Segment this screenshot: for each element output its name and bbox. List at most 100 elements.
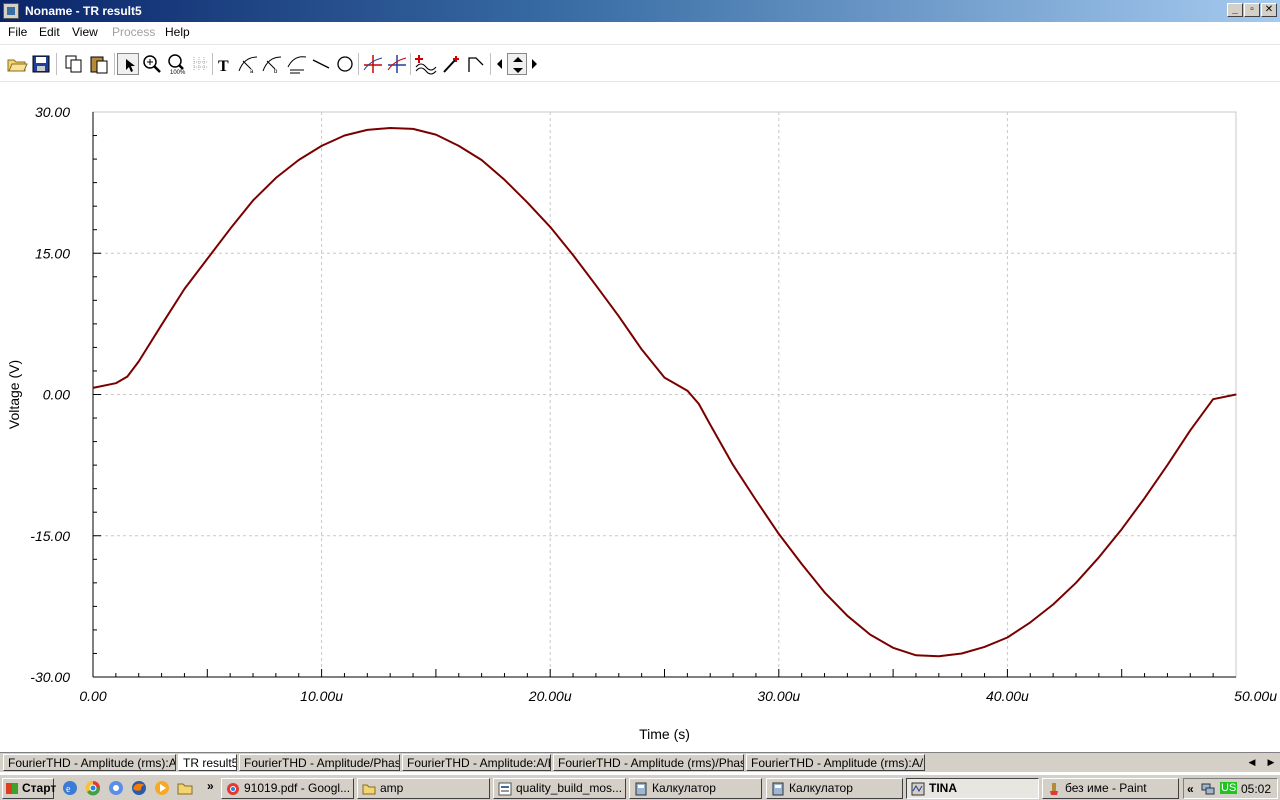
diagram-window[interactable]: 0.00 10.00u 20.00u 30.00u 40.00u 50.00u 30.00… [0,84,1280,752]
toolbar-separator [490,53,491,75]
toolbar-separator [358,53,359,75]
voltage-chart[interactable]: 0.00 10.00u 20.00u 30.00u 40.00u 50.00u 30.00… [0,84,1280,752]
data-point [892,647,894,649]
curve-label-icon[interactable] [286,53,308,75]
y-tick-label: 15.00 [35,245,70,261]
language-indicator[interactable]: US [1220,782,1238,794]
tab-fourier-amplitude-rms-ab8[interactable]: FourierTHD - Amplitude (rms):A/B8 [3,754,176,771]
pointer-icon[interactable] [117,53,139,75]
tab-fourier-amplitude-ab9[interactable]: FourierTHD - Amplitude:A/B9 [402,754,551,771]
x-tick-labels: 0.00 10.00u 20.00u 30.00u 40.00u 50.00u [79,688,1277,704]
toolbar-separator [410,53,411,75]
menu-help[interactable]: Help [165,25,190,39]
chrome-alt-icon[interactable] [107,779,125,797]
title-bar: Noname - TR result5 _ ▫ ✕ [0,0,1280,22]
voltage-curve[interactable] [92,127,1237,658]
data-point [698,403,700,405]
x-tick-label: 30.00u [757,688,800,704]
data-point [595,284,597,286]
y-tick-labels: 30.00 15.00 0.00 -15.00 -30.00 [30,104,70,685]
arrow-right-icon[interactable] [528,53,540,75]
task-amp-folder[interactable]: amp [357,778,490,799]
data-point [1006,636,1009,639]
svg-text:e: e [66,784,71,795]
quicklaunch-overflow[interactable]: » [207,779,214,793]
zoom-in-icon[interactable] [141,53,163,75]
zoom-100-icon[interactable]: 100% [166,53,188,76]
data-point [275,177,277,179]
data-point [229,228,231,230]
restore-button[interactable]: ▫ [1244,3,1260,17]
task-label: 91019.pdf - Googl... [244,781,351,795]
tab-scroll-left-icon[interactable]: ◀ [1245,755,1259,770]
tab-fourier-amplitude-phase9[interactable]: FourierTHD - Amplitude/Phase9 [239,754,400,771]
clock[interactable]: 05:02 [1241,782,1271,796]
task-quality-build[interactable]: quality_build_mos... [493,778,626,799]
grid-icon[interactable] [190,53,212,75]
save-icon[interactable] [30,53,52,75]
folder-icon [362,784,376,795]
y-tick-label: 0.00 [43,387,70,403]
document-icon [498,782,512,796]
calculator-icon [772,782,784,796]
app-icon[interactable] [3,3,19,19]
chrome-icon[interactable] [84,779,102,797]
tab-tr-result5[interactable]: TR result5 [178,754,237,771]
arrow-left-icon[interactable] [494,53,506,75]
tab-fourier-amplitude-rms-ab10[interactable]: FourierTHD - Amplitude (rms):A/B10 [746,754,925,771]
minimize-button[interactable]: _ [1227,3,1243,17]
data-point [1143,497,1146,499]
data-point [572,254,574,256]
text-icon[interactable]: T [214,53,236,75]
explorer-icon[interactable] [176,779,194,797]
data-point [389,127,391,129]
menu-view[interactable]: View [72,25,98,39]
task-label: без име - Paint [1065,781,1147,795]
firefox-icon[interactable] [130,779,148,797]
marker-a-icon[interactable]: a [237,53,259,75]
data-point [709,424,711,426]
y-axis-label: Voltage (V) [6,360,22,429]
media-player-icon[interactable] [153,779,171,797]
probe-icon[interactable] [440,53,462,75]
data-point [92,387,94,389]
open-icon[interactable] [6,53,28,75]
tab-fourier-amplitude-rms-phase10[interactable]: FourierTHD - Amplitude (rms)/Phase10 [553,754,744,771]
data-point [823,591,826,593]
tab-scroll-right-icon[interactable]: ▶ [1264,755,1278,770]
task-calculator-1[interactable]: Калкулатор [629,778,762,799]
cursor-b-icon[interactable] [386,53,408,75]
add-curve-icon[interactable] [415,53,437,75]
copy-icon[interactable] [63,53,85,75]
data-point [1235,393,1237,396]
task-paint[interactable]: без име - Paint [1042,778,1179,799]
task-calculator-2[interactable]: Калкулатор [766,778,903,799]
close-button[interactable]: ✕ [1261,3,1277,17]
ie-icon[interactable]: e [61,779,79,797]
toolbar-separator [114,53,115,75]
data-point [1189,429,1191,431]
arrow-updown-icon[interactable] [507,53,527,75]
menu-file[interactable]: File [8,25,27,39]
step-icon[interactable] [465,53,487,75]
svg-text:b: b [274,69,278,75]
series-layer[interactable] [92,127,1237,658]
data-point [298,159,300,161]
start-button[interactable]: Старт [2,778,56,799]
task-tina[interactable]: TINA [906,778,1039,799]
calculator-icon [635,782,647,796]
cursor-a-icon[interactable] [362,53,384,75]
tray-expand-icon[interactable]: « [1187,782,1194,796]
network-icon[interactable] [1200,782,1216,796]
svg-text:a: a [250,69,254,75]
paste-icon[interactable] [88,53,110,75]
circle-icon[interactable] [334,53,356,75]
data-point [526,201,528,203]
line-icon[interactable] [310,53,332,75]
menu-edit[interactable]: Edit [39,25,60,39]
task-label: TINA [929,781,957,795]
task-pdf[interactable]: 91019.pdf - Googl... [221,778,354,799]
marker-b-icon[interactable]: b [261,53,283,75]
menu-process[interactable]: Process [112,25,155,39]
data-point [1029,621,1031,623]
